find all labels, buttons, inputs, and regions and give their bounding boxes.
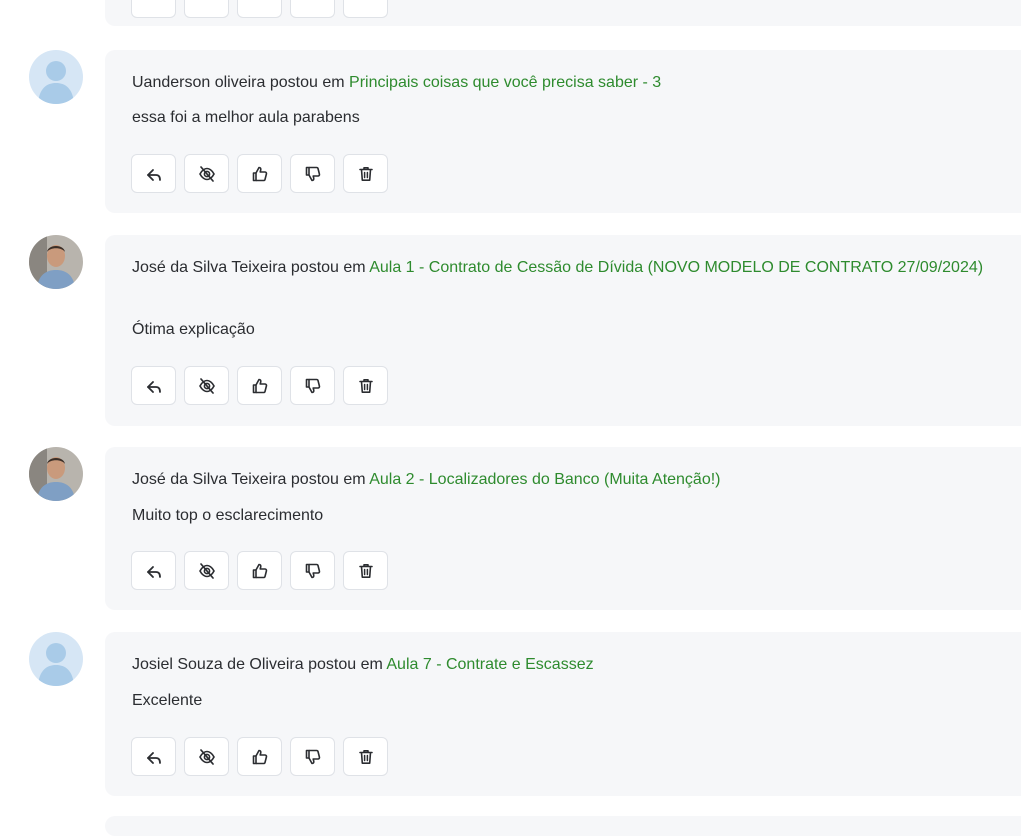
like-button[interactable] [237,366,282,405]
hide-icon [198,562,215,579]
delete-button[interactable] [343,551,388,590]
comment-actions [131,154,388,193]
delete-button[interactable] [343,737,388,776]
comment-card-partial-bottom [105,816,1021,836]
default-avatar-icon [29,632,83,686]
dislike-button[interactable] [290,551,335,590]
lesson-link[interactable]: Principais coisas que você precisa saber… [349,74,661,91]
reply-icon [146,168,161,181]
trash-icon [358,378,373,393]
comment-actions [131,737,388,776]
delete-button[interactable] [343,366,388,405]
lesson-link[interactable]: Aula 2 - Localizadores do Banco (Muita A… [369,471,720,488]
user-photo [29,235,83,289]
comment-text: essa foi a melhor aula parabens [132,109,360,126]
reply-button[interactable] [131,366,176,405]
comment-meta: José da Silva Teixeira postou em Aula 1 … [132,255,1005,281]
trash-icon [358,563,373,578]
comment-verb: postou em [290,471,366,488]
comment-author: José da Silva Teixeira [132,471,287,488]
comment-actions [131,366,388,405]
like-button[interactable] [237,737,282,776]
thumbs-down-icon [305,749,320,764]
dislike-button[interactable] [290,0,335,18]
avatar [29,447,83,501]
avatar [29,50,83,104]
reply-button[interactable] [131,737,176,776]
thumbs-down-icon [305,166,320,181]
comment-verb: postou em [290,259,366,276]
trash-icon [358,166,373,181]
dislike-button[interactable] [290,737,335,776]
comment-card: Josiel Souza de Oliveira postou em Aula … [105,632,1021,796]
user-photo [29,447,83,501]
hide-button[interactable] [184,366,229,405]
avatar [29,632,83,686]
hide-button[interactable] [184,737,229,776]
comment-verb: postou em [308,656,383,673]
comment-author: Josiel Souza de Oliveira [132,656,304,673]
avatar [29,235,83,289]
reply-icon [146,751,161,764]
comment-card: Uanderson oliveira postou em Principais … [105,50,1021,213]
comment-card-partial-top [105,0,1021,26]
thumbs-down-icon [305,563,320,578]
thumbs-up-icon [252,563,267,578]
lesson-link[interactable]: Aula 7 - Contrate e Escassez [386,656,593,673]
delete-button[interactable] [343,154,388,193]
reply-button[interactable] [131,154,176,193]
comment-verb: postou em [269,74,345,91]
hide-icon [198,748,215,765]
hide-button[interactable] [184,154,229,193]
comment-card: José da Silva Teixeira postou em Aula 2 … [105,447,1021,610]
hide-icon [198,377,215,394]
comment-meta: Uanderson oliveira postou em Principais … [132,70,1005,96]
comment-author: José da Silva Teixeira [132,259,287,276]
hide-icon [198,165,215,182]
comment-text: Muito top o esclarecimento [132,507,324,524]
comment-meta: Josiel Souza de Oliveira postou em Aula … [132,652,1005,678]
like-button[interactable] [237,154,282,193]
thumbs-up-icon [252,378,267,393]
comment-card: José da Silva Teixeira postou em Aula 1 … [105,235,1021,426]
like-button[interactable] [237,0,282,18]
comment-author: Uanderson oliveira [132,74,266,91]
comment-text: Ótima explicação [132,321,255,338]
thumbs-up-icon [252,166,267,181]
delete-button[interactable] [343,0,388,18]
reply-button[interactable] [131,0,176,18]
reply-icon [146,565,161,578]
hide-button[interactable] [184,0,229,18]
lesson-link[interactable]: Aula 1 - Contrato de Cessão de Dívida (N… [369,259,983,276]
default-avatar-icon [29,50,83,104]
reply-icon [146,380,161,393]
like-button[interactable] [237,551,282,590]
hide-button[interactable] [184,551,229,590]
reply-button[interactable] [131,551,176,590]
trash-icon [358,749,373,764]
dislike-button[interactable] [290,154,335,193]
thumbs-up-icon [252,749,267,764]
comment-actions [131,551,388,590]
dislike-button[interactable] [290,366,335,405]
comment-text: Excelente [132,692,203,709]
comment-meta: José da Silva Teixeira postou em Aula 2 … [132,467,1005,493]
thumbs-down-icon [305,378,320,393]
